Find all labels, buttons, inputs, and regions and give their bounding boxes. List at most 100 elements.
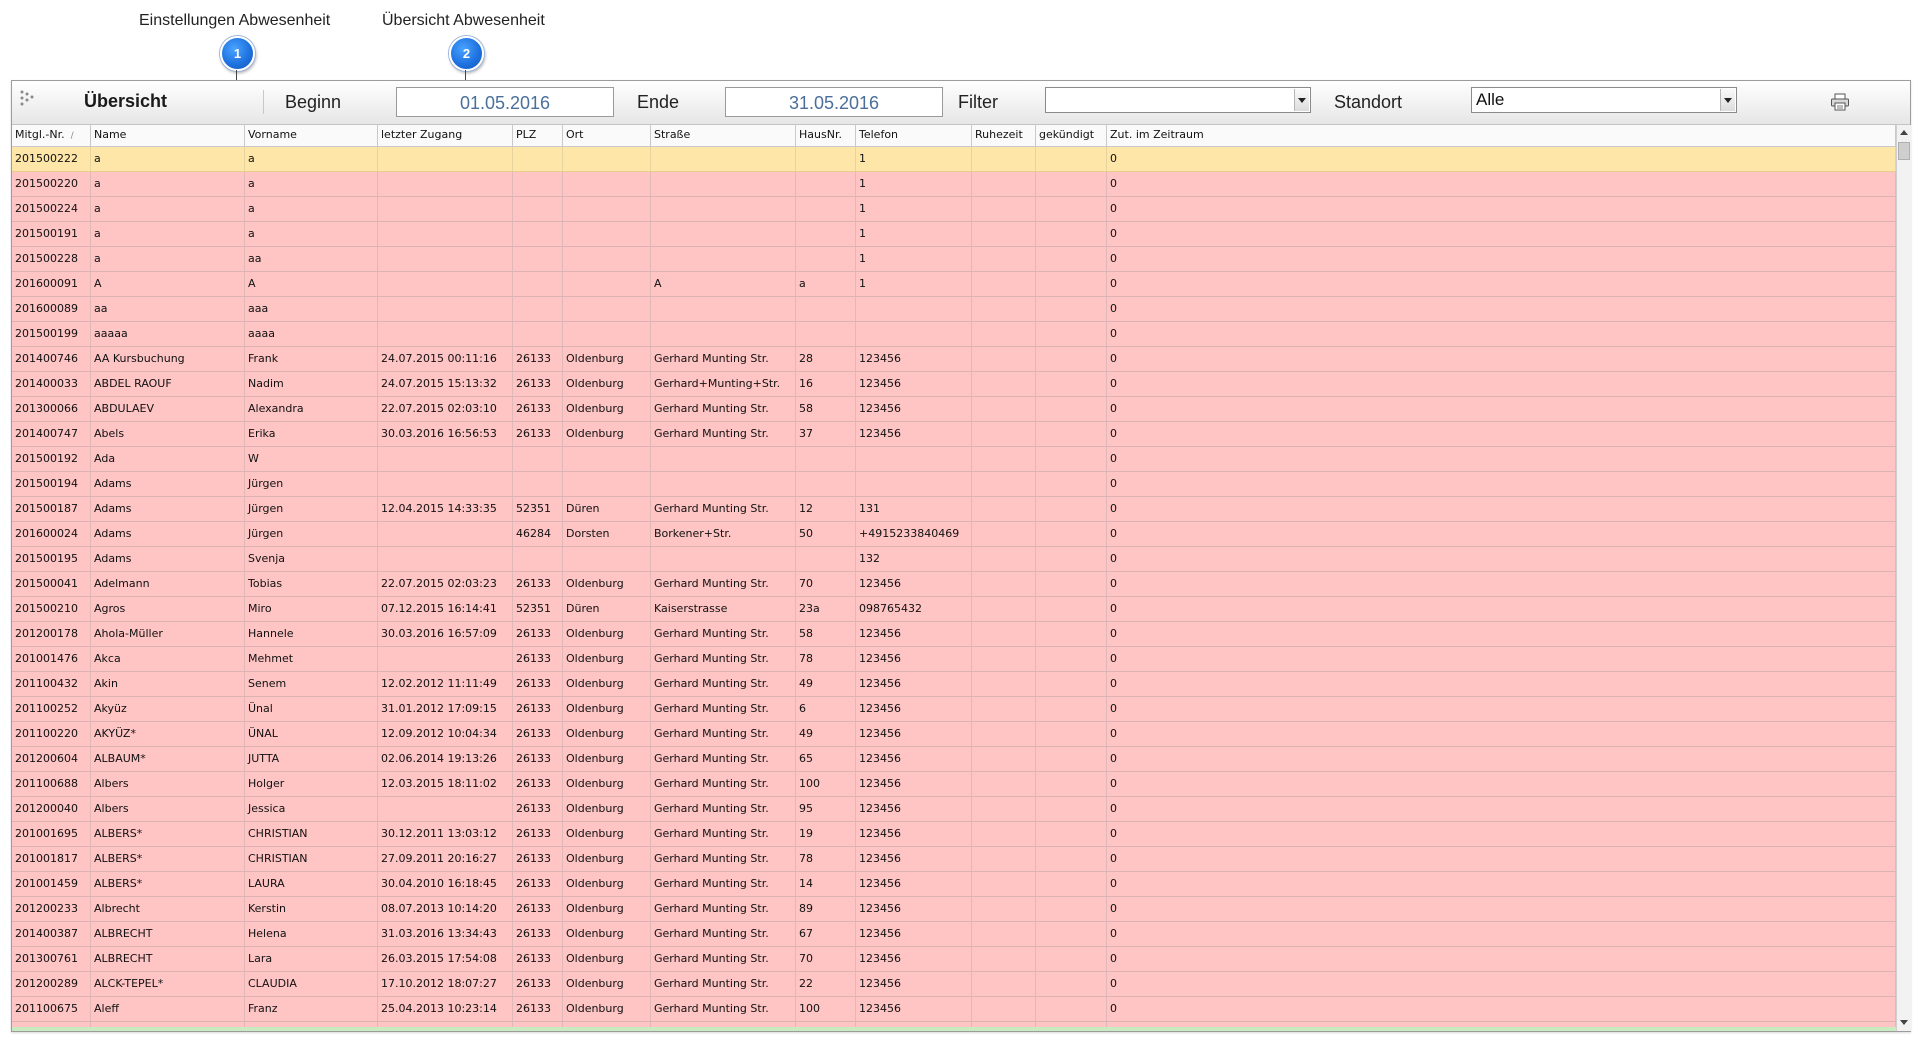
table-row[interactable]: 201400746 AA Kursbuchung Frank 24.07.2015 0… xyxy=(12,347,1896,372)
table-row[interactable]: 201400033 ABDEL RAOUF Nadim 24.07.2015 15:1… xyxy=(12,372,1896,397)
column-header-gekuendigt[interactable]: gekündigt xyxy=(1036,125,1107,146)
column-header-hausnr[interactable]: HausNr. xyxy=(796,125,856,146)
column-header-ort[interactable]: Ort xyxy=(563,125,651,146)
table-row[interactable]: 201500210 Agros Miro 07.12.2015 16:14:41 523… xyxy=(12,597,1896,622)
chevron-down-icon[interactable] xyxy=(1720,89,1735,111)
cell-letzter-zugang: 31.01.2012 17:09:15 xyxy=(378,697,513,721)
table-row[interactable]: 201500228 a aa 1 0 xyxy=(12,247,1896,272)
cell-name: a xyxy=(91,197,245,221)
cell-telefon: 123456 xyxy=(856,722,972,746)
table-row[interactable]: 201100252 Akyüz Ünal 31.01.2012 17:09:15 261… xyxy=(12,697,1896,722)
cell-plz: 26133 xyxy=(513,872,563,896)
table-row[interactable]: 201500195 Adams Svenja 132 0 xyxy=(12,547,1896,572)
table-row[interactable]: 201500191 a a 1 0 xyxy=(12,222,1896,247)
ende-date-field[interactable]: 31.05.2016 xyxy=(725,87,943,117)
table-row[interactable]: 201200040 Albers Jessica 26133 Oldenburg Gerh… xyxy=(12,797,1896,822)
table-row[interactable]: 201500224 a a 1 0 xyxy=(12,197,1896,222)
column-header-letzter-zugang[interactable]: letzter Zugang xyxy=(378,125,513,146)
column-header-telefon[interactable]: Telefon xyxy=(856,125,972,146)
cell-letzter-zugang xyxy=(378,197,513,221)
scroll-down-icon[interactable] xyxy=(1897,1015,1911,1031)
table-row[interactable]: 201001459 ALBERS* LAURA 30.04.2010 16:18:45… xyxy=(12,872,1896,897)
cell-zutritte: 0 xyxy=(1107,222,1896,246)
table-row[interactable]: 201200289 ALCK-TEPEL* CLAUDIA 17.10.2012 18… xyxy=(12,972,1896,997)
column-header-strasse[interactable]: Straße xyxy=(651,125,796,146)
cell-name: AA Kursbuchung xyxy=(91,347,245,371)
table-row[interactable]: 201001476 Akca Mehmet 26133 Oldenburg Gerhard… xyxy=(12,647,1896,672)
cell-strasse: Kaiserstrasse xyxy=(651,597,796,621)
cell-zutritte: 0 xyxy=(1107,922,1896,946)
cell-zutritte: 0 xyxy=(1107,447,1896,471)
column-header-zutritte-im-zeitraum[interactable]: Zut. im Zeitraum xyxy=(1107,125,1896,146)
table-row[interactable]: 201500192 Ada W 0 xyxy=(12,447,1896,472)
table-row[interactable]: 201300761 ALBRECHT Lara 26.03.2015 17:54:08… xyxy=(12,947,1896,972)
grip-dots-icon[interactable] xyxy=(19,89,35,107)
table-row[interactable]: 201600089 aa aaa 0 xyxy=(12,297,1896,322)
cell-vorname: Svenja xyxy=(245,547,378,571)
cell-zutritte: 0 xyxy=(1107,172,1896,196)
cell-strasse: Gerhard Munting Str. xyxy=(651,872,796,896)
cell-plz: 26133 xyxy=(513,972,563,996)
standort-selected-value: Alle xyxy=(1476,90,1505,109)
cell-hausnr xyxy=(796,547,856,571)
cell-letzter-zugang: 07.12.2015 16:14:41 xyxy=(378,597,513,621)
cell-hausnr: 49 xyxy=(796,722,856,746)
table-row[interactable]: 201400747 Abels Erika 30.03.2016 16:56:53 26… xyxy=(12,422,1896,447)
cell-strasse: Gerhard Munting Str. xyxy=(651,797,796,821)
cell-letzter-zugang: 27.09.2011 20:16:27 xyxy=(378,847,513,871)
table-row[interactable]: 201500041 Adelmann Tobias 22.07.2015 02:03:… xyxy=(12,572,1896,597)
column-header-ruhezeit[interactable]: Ruhezeit xyxy=(972,125,1036,146)
chevron-down-icon[interactable] xyxy=(1294,89,1309,111)
cell-letzter-zugang xyxy=(378,447,513,471)
table-row[interactable]: 201500187 Adams Jürgen 12.04.2015 14:33:35 5… xyxy=(12,497,1896,522)
table-row[interactable]: 201400387 ALBRECHT Helena 31.03.2016 13:34:… xyxy=(12,922,1896,947)
table-row[interactable]: 201100220 AKYÜZ* ÜNAL 12.09.2012 10:04:34 26… xyxy=(12,722,1896,747)
cell-zutritte: 0 xyxy=(1107,397,1896,421)
table-row[interactable]: 201100688 Albers Holger 12.03.2015 18:11:02… xyxy=(12,772,1896,797)
column-header-plz[interactable]: PLZ xyxy=(513,125,563,146)
table-row[interactable]: 201600091 A A Aa 1 0 xyxy=(12,272,1896,297)
table-row[interactable]: 201200178 Ahola-Müller Hannele 30.03.2016 1… xyxy=(12,622,1896,647)
beginn-date-field[interactable]: 01.05.2016 xyxy=(396,87,614,117)
table-row[interactable]: 201600024 Adams Jürgen 46284 Dorsten Borkener… xyxy=(12,522,1896,547)
cell-hausnr xyxy=(796,247,856,271)
table-row[interactable]: 201300066 ABDULAEV Alexandra 22.07.2015 02:… xyxy=(12,397,1896,422)
column-header-name[interactable]: Name xyxy=(91,125,245,146)
cell-plz xyxy=(513,147,563,171)
scroll-thumb[interactable] xyxy=(1898,142,1910,160)
cell-plz: 46284 xyxy=(513,522,563,546)
table-row[interactable]: 201500199 aaaaa aaaa 0 xyxy=(12,322,1896,347)
table-row[interactable]: 201001817 ALBERS* CHRISTIAN 27.09.2011 20:1… xyxy=(12,847,1896,872)
cell-letzter-zugang: 12.09.2012 10:04:34 xyxy=(378,722,513,746)
table-row[interactable]: 201100675 Aleff Franz 25.04.2013 10:23:14 26… xyxy=(12,997,1896,1022)
cell-plz: 26133 xyxy=(513,622,563,646)
cell-telefon: 123456 xyxy=(856,947,972,971)
standort-dropdown[interactable]: Alle xyxy=(1471,87,1737,113)
table-row[interactable]: 201200233 Albrecht Kerstin 08.07.2013 10:14… xyxy=(12,897,1896,922)
cell-hausnr: 49 xyxy=(796,672,856,696)
scroll-up-icon[interactable] xyxy=(1897,125,1911,141)
cell-name: Ada xyxy=(91,447,245,471)
cell-telefon xyxy=(856,472,972,496)
vertical-scrollbar[interactable] xyxy=(1896,125,1911,1031)
table-row[interactable]: 201100432 Akin Senem 12.02.2012 11:11:49 261… xyxy=(12,672,1896,697)
column-header-vorname[interactable]: Vorname xyxy=(245,125,378,146)
cell-hausnr xyxy=(796,322,856,346)
cell-vorname: Jürgen xyxy=(245,522,378,546)
column-header-mitgl-nr[interactable]: Mitgl.-Nr. / xyxy=(12,125,91,146)
cell-ort: Oldenburg xyxy=(563,672,651,696)
cell-hausnr: 70 xyxy=(796,572,856,596)
cell-zutritte: 0 xyxy=(1107,197,1896,221)
cell-strasse xyxy=(651,297,796,321)
table-row[interactable]: 201001695 ALBERS* CHRISTIAN 30.12.2011 13:0… xyxy=(12,822,1896,847)
cell-hausnr: 100 xyxy=(796,997,856,1021)
cell-gekuendigt xyxy=(1036,522,1107,546)
table-row-selected[interactable]: 201500222 a a 1 0 xyxy=(12,147,1896,172)
printer-icon[interactable] xyxy=(1830,93,1850,111)
table-row[interactable]: 201200604 ALBAUM* JUTTA 02.06.2014 19:13:26… xyxy=(12,747,1896,772)
table-row[interactable]: 201500220 a a 1 0 xyxy=(12,172,1896,197)
filter-dropdown[interactable] xyxy=(1045,87,1311,113)
table-row[interactable]: 201500194 Adams Jürgen 0 xyxy=(12,472,1896,497)
cell-vorname: Erika xyxy=(245,422,378,446)
cell-gekuendigt xyxy=(1036,622,1107,646)
